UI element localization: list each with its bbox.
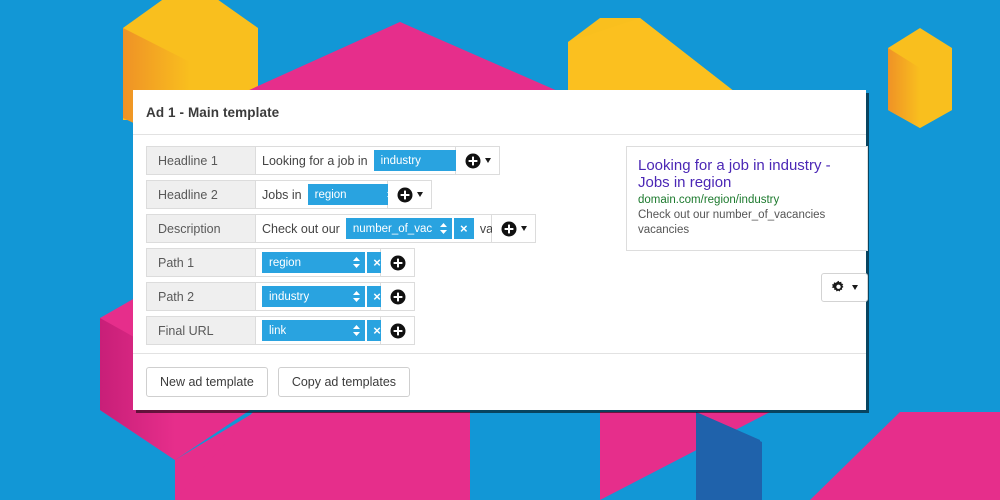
row-field-headline-1: Looking for a job in industry × <box>256 146 499 175</box>
ad-preview-title: Looking for a job in industry - Jobs in … <box>638 157 856 191</box>
new-ad-template-button[interactable]: New ad template <box>146 367 268 397</box>
ad-preview-title-line-2: Jobs in region <box>638 174 732 191</box>
page-title: Ad 1 - Main template <box>146 104 280 120</box>
add-variable-button-headline-1[interactable] <box>456 146 500 175</box>
plus-circle-icon <box>465 153 480 168</box>
select-spinner-icon <box>353 257 360 268</box>
ad-preview-box: Looking for a job in industry - Jobs in … <box>626 146 868 251</box>
variable-select[interactable]: number_of_vac <box>345 218 452 239</box>
chevron-down-icon <box>416 192 423 197</box>
settings-button-wrapper <box>626 273 868 302</box>
table-row: Final URL link × <box>146 316 608 345</box>
chevron-down-icon <box>852 285 858 290</box>
ad-preview-column: Looking for a job in industry - Jobs in … <box>608 146 882 353</box>
prefix-text: Looking for a job in <box>262 153 368 168</box>
row-field-headline-2: Jobs in region × <box>256 180 421 209</box>
table-row: Description Check out our number_of_vac … <box>146 214 608 243</box>
variable-select[interactable]: link <box>262 320 365 341</box>
row-label-final-url: Final URL <box>146 316 256 345</box>
variable-token[interactable]: industry × <box>262 286 387 307</box>
table-row: Headline 2 Jobs in region × <box>146 180 608 209</box>
variable-select[interactable]: region <box>307 184 399 205</box>
card-body: Headline 1 Looking for a job in industry… <box>133 135 868 353</box>
add-variable-button-path-1[interactable] <box>381 248 415 277</box>
card-footer: New ad template Copy ad templates <box>133 353 866 410</box>
variable-select-value: industry <box>269 290 310 303</box>
add-variable-button-final-url[interactable] <box>381 316 415 345</box>
plus-circle-icon <box>390 255 405 270</box>
gear-icon <box>831 280 844 292</box>
variable-select-value: industry <box>380 154 421 167</box>
variable-select-value: region <box>314 188 347 201</box>
plus-circle-icon <box>390 289 405 304</box>
ad-preview-description-line-1: Check out our number_of_vacancies <box>638 209 826 221</box>
prefix-text: Jobs in <box>262 187 302 202</box>
variable-select-value: number_of_vac <box>352 222 433 235</box>
row-label-headline-1: Headline 1 <box>146 146 256 175</box>
chevron-down-icon <box>484 158 491 163</box>
table-row: Path 1 region × <box>146 248 608 277</box>
select-spinner-icon <box>353 291 360 302</box>
select-spinner-icon <box>439 223 447 234</box>
card-header: Ad 1 - Main template <box>133 90 866 135</box>
table-row: Headline 1 Looking for a job in industry… <box>146 146 608 175</box>
plus-circle-icon <box>501 221 516 236</box>
add-variable-button-path-2[interactable] <box>381 282 415 311</box>
ad-preview-title-line-1: Looking for a job in industry - <box>638 157 831 174</box>
ad-preview-description-line-2: vacancies <box>638 224 690 236</box>
variable-select-value: link <box>269 324 287 337</box>
plus-circle-icon <box>397 187 412 202</box>
select-spinner-icon <box>353 325 360 336</box>
variable-token[interactable]: region × <box>262 252 387 273</box>
ad-template-card: Ad 1 - Main template Headline 1 Looking … <box>133 90 868 410</box>
remove-variable-button[interactable]: × <box>451 218 474 239</box>
row-label-path-1: Path 1 <box>146 248 256 277</box>
add-variable-button-headline-2[interactable] <box>388 180 432 209</box>
row-field-path-1: region × <box>256 248 387 277</box>
chevron-down-icon <box>520 226 527 231</box>
row-field-description: Check out our number_of_vac × vacancies <box>256 214 535 243</box>
ad-preview-url: domain.com/region/industry <box>638 194 780 206</box>
plus-circle-icon <box>390 323 405 338</box>
prefix-text: Check out our <box>262 221 340 236</box>
row-field-path-2: industry × <box>256 282 387 311</box>
row-label-headline-2: Headline 2 <box>146 180 256 209</box>
variable-token[interactable]: number_of_vac × <box>345 218 474 239</box>
copy-ad-templates-button[interactable]: Copy ad templates <box>277 367 411 397</box>
variable-select[interactable]: region <box>262 252 365 273</box>
settings-button[interactable] <box>821 273 868 302</box>
variable-select[interactable]: industry <box>262 286 365 307</box>
variable-select-value: region <box>269 256 301 269</box>
row-label-description: Description <box>146 214 256 243</box>
variable-token[interactable]: link × <box>262 320 387 341</box>
row-field-final-url: link × <box>256 316 387 345</box>
template-fields-list: Headline 1 Looking for a job in industry… <box>146 146 608 353</box>
add-variable-button-description[interactable] <box>492 214 536 243</box>
table-row: Path 2 industry × <box>146 282 608 311</box>
row-label-path-2: Path 2 <box>146 282 256 311</box>
